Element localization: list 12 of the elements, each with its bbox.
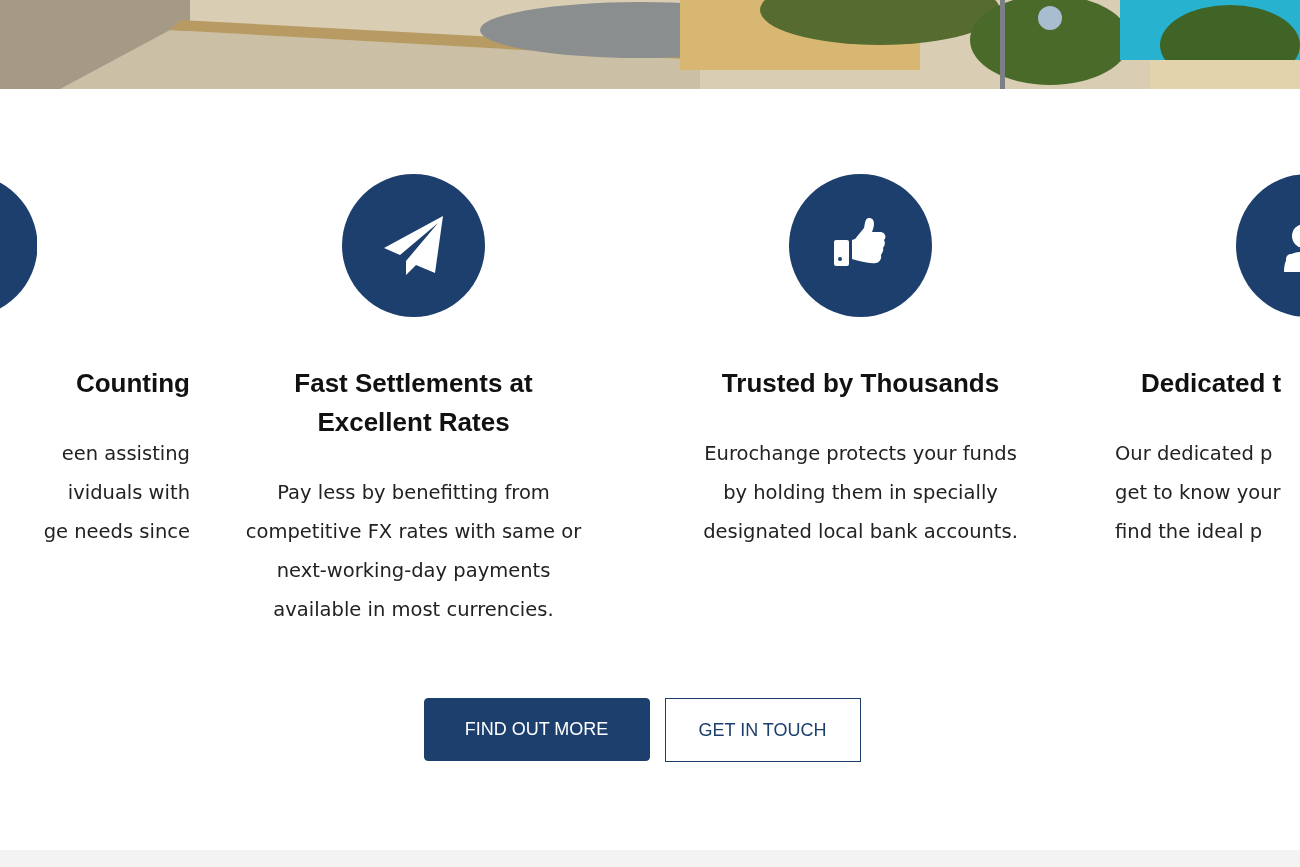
feature-title: Counting [75, 367, 190, 400]
feature-title: Fast Settlements at Excellent Rates [294, 367, 533, 439]
get-in-touch-button[interactable]: GET IN TOUCH [664, 698, 861, 762]
feature-description: Eurochange protects your funds by holding them in specially designated local bank accounts. [703, 441, 1018, 545]
feature-description: Pay less by benefitting from competitive FX rates with same or next-working-day payments available in most currencies. [245, 480, 582, 623]
feature-title: Dedicated t [1140, 367, 1282, 400]
feature-description: Our dedicated p get to know your find the ideal p [1114, 441, 1281, 545]
feature-description: een assisting ividuals with ge needs since [43, 441, 190, 545]
find-out-more-button[interactable]: FIND OUT MORE [423, 698, 650, 761]
feature-title: Trusted by Thousands [721, 367, 1000, 400]
person-icon [1236, 174, 1300, 317]
paper-plane-icon [382, 215, 445, 276]
